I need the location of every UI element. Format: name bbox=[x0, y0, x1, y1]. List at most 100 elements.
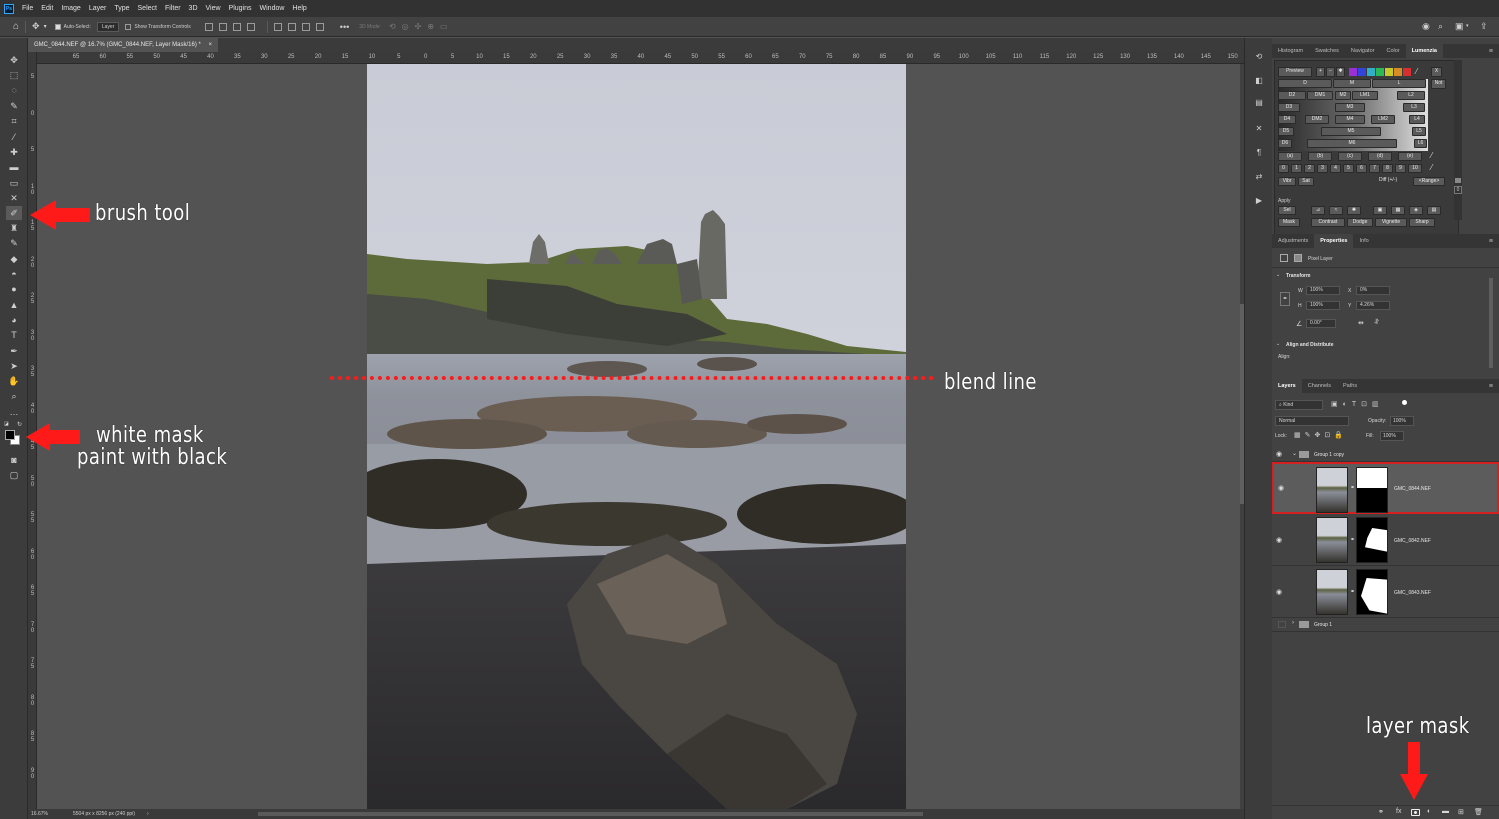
lumenzia-swatch-purple[interactable] bbox=[1349, 68, 1357, 76]
workspace-chevron-icon[interactable]: ▾ bbox=[1466, 23, 1469, 29]
screen-mode-icon[interactable]: ▢ bbox=[6, 468, 22, 482]
mask-link-icon[interactable]: ⚭ bbox=[1350, 588, 1355, 595]
lasso-tool-icon[interactable]: ◌ bbox=[6, 83, 22, 97]
show-transform-checkbox[interactable] bbox=[125, 23, 132, 30]
lumenzia-l3-button[interactable]: L3 bbox=[1403, 103, 1425, 112]
tab-histogram[interactable]: Histogram bbox=[1272, 48, 1309, 54]
lumenzia-sel-button[interactable]: Sel bbox=[1278, 206, 1296, 215]
tab-adjustments[interactable]: Adjustments bbox=[1272, 238, 1314, 244]
lumenzia-vignette-icon-button[interactable]: ▣ bbox=[1373, 206, 1387, 215]
menu-image[interactable]: Image bbox=[61, 5, 80, 12]
status-chevron-icon[interactable]: › bbox=[147, 811, 149, 817]
visibility-eye-icon[interactable]: ◉ bbox=[1276, 536, 1282, 544]
lumenzia-preview-dropdown[interactable]: Preview bbox=[1278, 67, 1312, 77]
lumenzia-dm2-button[interactable]: DM2 bbox=[1305, 115, 1329, 124]
tab-swatches[interactable]: Swatches bbox=[1309, 48, 1345, 54]
lumenzia-contrast-button[interactable]: Contrast bbox=[1311, 218, 1345, 227]
lumenzia-m6-button[interactable]: M6 bbox=[1307, 139, 1397, 148]
type-tool-icon[interactable]: T bbox=[6, 328, 22, 342]
frame-tool-icon[interactable]: ▭ bbox=[6, 176, 22, 190]
history-brush-tool-icon[interactable]: ✎ bbox=[6, 236, 22, 250]
account-icon[interactable]: ◉ bbox=[1422, 21, 1430, 32]
gradient-tool-icon[interactable]: ◓ bbox=[6, 267, 22, 281]
layer-thumbnail[interactable] bbox=[1316, 467, 1348, 513]
panel-menu-icon[interactable]: ≡ bbox=[1483, 383, 1499, 390]
adjust-panel-icon[interactable]: ⇄ bbox=[1253, 172, 1265, 184]
zoom-level[interactable]: 16.67% bbox=[31, 811, 67, 817]
align-bottom-icon[interactable] bbox=[301, 22, 310, 31]
panel-menu-icon[interactable]: ≡ bbox=[1483, 238, 1499, 245]
menu-edit[interactable]: Edit bbox=[41, 5, 53, 12]
visibility-empty-box[interactable] bbox=[1278, 621, 1286, 628]
group-expand-icon[interactable]: › bbox=[1292, 620, 1294, 626]
distribute-icon[interactable] bbox=[315, 22, 324, 31]
align-right-icon[interactable] bbox=[232, 22, 241, 31]
lumenzia-swatch-blue[interactable] bbox=[1358, 68, 1366, 76]
lumenzia-l5-button[interactable]: L5 bbox=[1412, 127, 1426, 136]
kind-filter-dropdown[interactable]: ⌕ Kind bbox=[1275, 400, 1323, 410]
flip-horizontal-icon[interactable]: ⇹ bbox=[1358, 319, 1364, 327]
lumenzia-d3-button[interactable]: D3 bbox=[1278, 103, 1300, 112]
align-chevron-icon[interactable]: ⌄ bbox=[1276, 341, 1280, 347]
lumenzia-num-6[interactable]: 6 bbox=[1356, 164, 1367, 173]
foreground-color-swatch[interactable] bbox=[5, 430, 15, 440]
layer-mask-props-icon[interactable] bbox=[1294, 254, 1302, 262]
lumenzia-num-7[interactable]: 7 bbox=[1369, 164, 1380, 173]
lumenzia-num-3[interactable]: 3 bbox=[1317, 164, 1328, 173]
visibility-eye-icon[interactable]: ◉ bbox=[1276, 450, 1282, 458]
lumenzia-dm1-button[interactable]: DM1 bbox=[1307, 91, 1333, 100]
healing-tool-icon[interactable]: ✚ bbox=[6, 145, 22, 159]
height-field[interactable]: 100% bbox=[1306, 301, 1340, 310]
tab-paths[interactable]: Paths bbox=[1337, 383, 1363, 389]
zoom-tool-icon[interactable]: ⌕ bbox=[6, 389, 22, 403]
libraries-panel-icon[interactable]: ▤ bbox=[1253, 98, 1265, 110]
layer-filter-icons[interactable]: ▣◐T⊡▥ bbox=[1331, 400, 1384, 408]
lumenzia-num-1[interactable]: 1 bbox=[1291, 164, 1302, 173]
clone-stamp-tool-icon[interactable]: ♜ bbox=[6, 221, 22, 235]
lumenzia-eyedropper2-icon[interactable]: ⁄ bbox=[1431, 151, 1432, 160]
angle-field[interactable]: 0.00° bbox=[1306, 319, 1336, 328]
lumenzia-eyedropper-icon[interactable]: ⁄ bbox=[1416, 67, 1417, 76]
tab-navigator[interactable]: Navigator bbox=[1345, 48, 1381, 54]
lumenzia-num-5[interactable]: 5 bbox=[1343, 164, 1354, 173]
edit-toolbar-icon[interactable]: … bbox=[6, 405, 22, 419]
actions-panel-icon[interactable]: ▶ bbox=[1253, 196, 1265, 208]
quick-select-tool-icon[interactable]: ✎ bbox=[6, 99, 22, 113]
tab-info[interactable]: Info bbox=[1353, 238, 1374, 244]
lumenzia-range-button[interactable]: <Range> bbox=[1413, 177, 1445, 186]
lumenzia-more-icon-button[interactable]: ▤ bbox=[1427, 206, 1441, 215]
align-more-icon[interactable] bbox=[246, 22, 255, 31]
lumenzia-vibr-button[interactable]: Vibr bbox=[1278, 177, 1296, 186]
visibility-eye-icon[interactable]: ◉ bbox=[1276, 588, 1282, 596]
align-left-icon[interactable] bbox=[204, 22, 213, 31]
move-tool-icon[interactable]: ✥ bbox=[32, 21, 40, 32]
lumenzia-l-button[interactable]: L bbox=[1372, 79, 1426, 88]
lumenzia-num-2[interactable]: 2 bbox=[1304, 164, 1315, 173]
opacity-field[interactable]: 100% bbox=[1390, 416, 1414, 426]
delete-layer-icon[interactable]: 🗑 bbox=[1474, 808, 1483, 816]
y-field[interactable]: 4.26% bbox=[1356, 301, 1390, 310]
share-icon[interactable]: ⇪ bbox=[1480, 21, 1488, 32]
lumenzia-m4-button[interactable]: M4 bbox=[1335, 115, 1365, 124]
lumenzia-d-button[interactable]: D bbox=[1278, 79, 1332, 88]
dodge-tool-icon[interactable]: ◕ bbox=[6, 313, 22, 327]
lumenzia-d4-button[interactable]: D4 bbox=[1278, 115, 1296, 124]
group-chevron-icon[interactable]: ⌄ bbox=[1292, 450, 1297, 457]
lumenzia-m3-button[interactable]: M3 bbox=[1335, 103, 1365, 112]
flip-vertical-icon[interactable]: ⥯ bbox=[1374, 319, 1379, 327]
lumenzia-swatch-cyan[interactable] bbox=[1367, 68, 1375, 76]
x-field[interactable]: 0% bbox=[1356, 286, 1390, 295]
lumenzia-dodge-button[interactable]: Dodge bbox=[1347, 218, 1373, 227]
lumenzia-minus-button[interactable]: − bbox=[1326, 67, 1335, 77]
default-colors-icon[interactable]: ◪ bbox=[4, 421, 9, 427]
align-top-icon[interactable] bbox=[273, 22, 282, 31]
lumenzia-l6-button[interactable]: L6 bbox=[1414, 139, 1427, 148]
lumenzia-x-button[interactable]: X bbox=[1431, 67, 1442, 77]
fx-icon[interactable]: fx bbox=[1396, 808, 1401, 815]
horizontal-scrollbar[interactable] bbox=[258, 812, 923, 816]
lumenzia-num-10[interactable]: 10 bbox=[1408, 164, 1422, 173]
tools-panel-icon[interactable]: ✕ bbox=[1253, 124, 1265, 136]
lumenzia-zone-a-button[interactable]: (a) bbox=[1278, 152, 1302, 161]
fill-field[interactable]: 100% bbox=[1380, 431, 1404, 441]
lock-icons[interactable]: ▦✎✥⊡🔒 bbox=[1294, 431, 1347, 439]
